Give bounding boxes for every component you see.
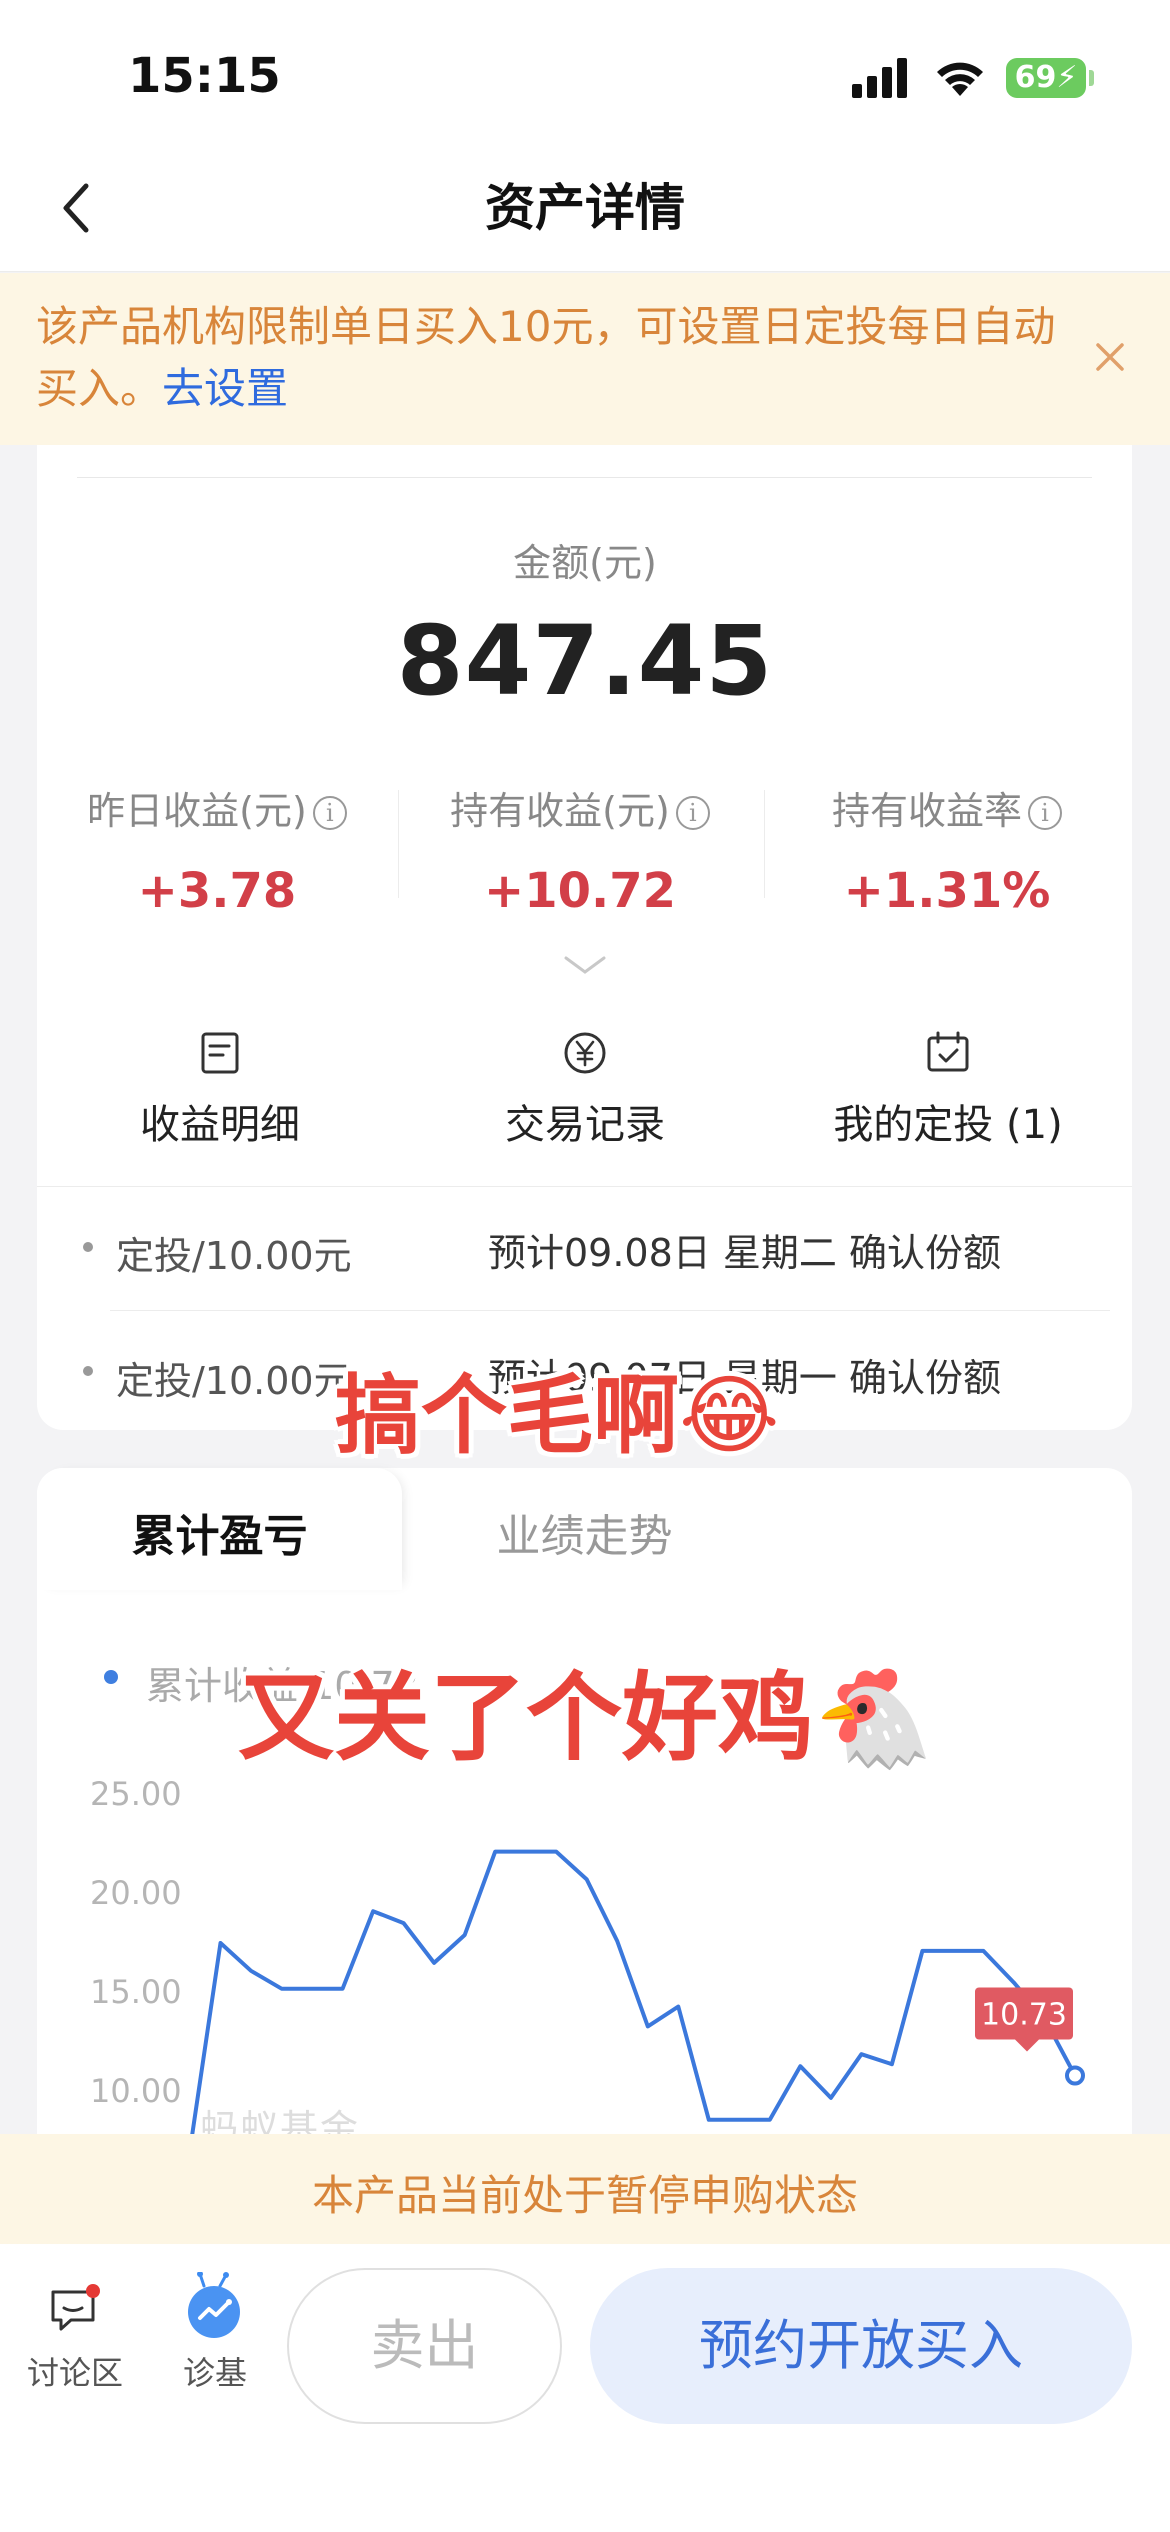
line-chart: 10.73 bbox=[190, 1849, 1085, 2134]
discuss-label: 讨论区 bbox=[26, 2354, 123, 2392]
last-point-marker bbox=[1065, 2065, 1085, 2086]
sticker-text-2: 又关了个好鸡🐔 bbox=[238, 1662, 934, 1774]
chat-icon bbox=[51, 2284, 100, 2331]
sticker-text-1: 搞个毛啊😂 bbox=[335, 1366, 780, 1466]
suspend-text: 本产品当前处于暂停申购状态 bbox=[311, 2171, 858, 2220]
sell-button[interactable]: 卖出 bbox=[287, 2268, 562, 2424]
diagnose-label: 诊基 bbox=[182, 2354, 247, 2392]
discuss-button[interactable]: 讨论区 bbox=[25, 2282, 125, 2394]
diagnose-button[interactable]: 诊基 bbox=[165, 2272, 265, 2394]
series-line bbox=[190, 1849, 1077, 2134]
tooltip-value: 10.73 bbox=[981, 1997, 1067, 2032]
diagnose-mascot-icon bbox=[188, 2272, 240, 2338]
reserve-buy-button[interactable]: 预约开放买入 bbox=[590, 2268, 1132, 2424]
